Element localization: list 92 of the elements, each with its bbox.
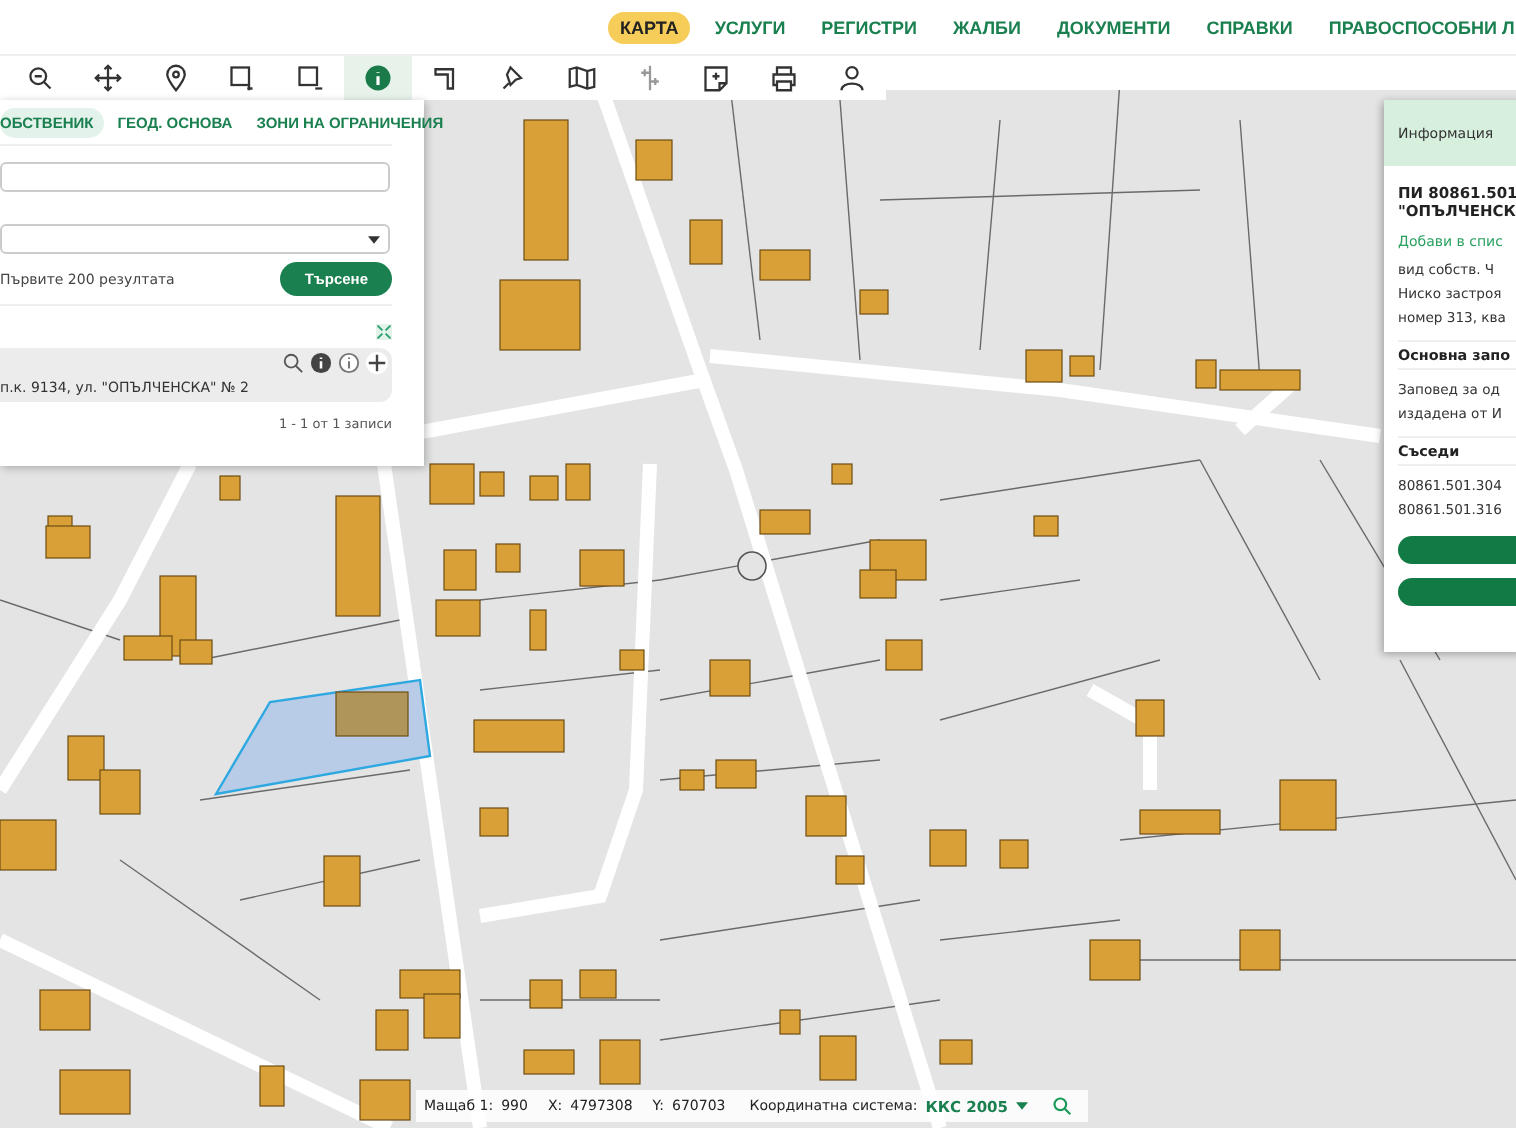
building: [479, 807, 509, 837]
building: [715, 759, 757, 789]
nav-link[interactable]: ЖАЛБИ: [941, 11, 1033, 43]
user-icon: [838, 64, 867, 92]
building: [929, 829, 967, 867]
building: [375, 1009, 409, 1051]
building: [1239, 929, 1281, 971]
action-button[interactable]: [1398, 578, 1516, 606]
street: [1086, 683, 1157, 790]
building: [1135, 699, 1165, 737]
building: [835, 855, 865, 885]
building: [579, 549, 625, 587]
ruler-icon: [635, 64, 664, 92]
nav-link[interactable]: ДОКУМЕНТИ: [1045, 11, 1183, 43]
caret-icon[interactable]: [1015, 1102, 1028, 1110]
info-icon: [364, 64, 393, 92]
rect-minus-icon: [296, 64, 325, 92]
building: [579, 969, 617, 999]
rect-plus-icon: [228, 64, 257, 92]
building: [59, 1069, 131, 1115]
building: [1069, 355, 1095, 377]
building: [0, 819, 57, 871]
building: [1025, 349, 1063, 383]
nav-link[interactable]: ПРАВОСПОСОБНИ Л: [1316, 11, 1516, 43]
dropdown-field[interactable]: [0, 224, 390, 254]
nav-link[interactable]: КАРТА: [608, 11, 691, 43]
building: [473, 719, 565, 753]
building: [443, 549, 477, 591]
building: [565, 463, 591, 501]
note-icon: [702, 64, 731, 92]
add-icon[interactable]: [366, 352, 388, 374]
building: [529, 475, 559, 501]
building: [619, 649, 645, 671]
print-icon: [770, 64, 799, 92]
map-icon: [567, 64, 596, 92]
building: [335, 691, 409, 737]
building: [759, 249, 811, 281]
action-button[interactable]: [1398, 536, 1516, 564]
building: [1279, 779, 1337, 831]
building: [999, 839, 1029, 869]
building: [779, 1009, 801, 1035]
search-icon[interactable]: [282, 352, 304, 374]
building: [1033, 515, 1059, 537]
building: [495, 543, 521, 573]
building: [67, 735, 105, 781]
building: [499, 279, 581, 351]
building: [1139, 809, 1221, 835]
building: [335, 495, 381, 617]
info-tool-button[interactable]: [344, 56, 413, 100]
building: [599, 1039, 641, 1085]
building: [523, 1049, 575, 1075]
info-outline-icon[interactable]: [338, 352, 360, 374]
building: [805, 795, 847, 837]
building: [429, 463, 475, 505]
building: [679, 769, 705, 791]
info-icon[interactable]: [310, 352, 332, 374]
zoom-out-icon: [25, 64, 54, 92]
building: [759, 509, 811, 535]
building: [359, 1079, 411, 1121]
parcel-boundary-line: [0, 599, 121, 641]
nav-link[interactable]: УСЛУГИ: [702, 11, 798, 43]
pushpin-icon: [499, 64, 528, 92]
building: [523, 119, 569, 261]
building: [99, 769, 141, 815]
pin-icon: [161, 64, 190, 92]
building: [819, 1035, 857, 1081]
building: [323, 855, 361, 907]
building: [1089, 939, 1141, 981]
move-icon: [93, 64, 122, 92]
map-marker-circle: [737, 551, 767, 581]
building: [39, 989, 91, 1031]
building: [939, 1039, 973, 1065]
building: [689, 219, 723, 265]
parcel-boundary-line: [939, 579, 1081, 601]
building: [479, 471, 505, 497]
building: [635, 139, 673, 181]
search-icon[interactable]: [1051, 1096, 1072, 1116]
building: [831, 463, 853, 485]
building: [259, 1065, 285, 1107]
nav-link[interactable]: СПРАВКИ: [1194, 11, 1305, 43]
step-icon: [431, 64, 460, 92]
search-input-field[interactable]: [0, 162, 390, 192]
building: [435, 599, 481, 637]
expand-icon[interactable]: [376, 324, 392, 340]
building: [529, 979, 563, 1009]
nav-link[interactable]: РЕГИСТРИ: [809, 11, 929, 43]
building: [859, 289, 889, 315]
building: [219, 475, 241, 501]
caret-icon: [368, 235, 380, 243]
building: [529, 609, 547, 651]
building: [709, 659, 751, 697]
building: [885, 639, 923, 671]
